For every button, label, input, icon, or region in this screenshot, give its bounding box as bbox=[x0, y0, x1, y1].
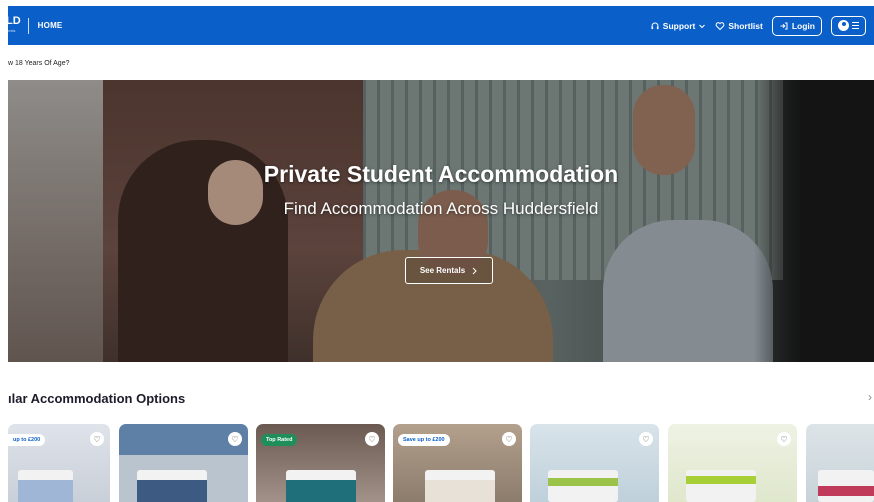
card-photo-blanket bbox=[686, 476, 756, 484]
accommodation-card[interactable]: Top Rated ♡ bbox=[256, 424, 385, 502]
home-link[interactable]: HOME bbox=[38, 21, 63, 30]
brand-logo[interactable]: LD nexis bbox=[6, 15, 21, 36]
card-photo-blanket bbox=[425, 480, 495, 502]
accommodation-card[interactable] bbox=[806, 424, 874, 502]
accommodation-card[interactable]: up to £200 ♡ bbox=[8, 424, 110, 502]
heart-icon[interactable]: ♡ bbox=[365, 432, 379, 446]
shortlist-link[interactable]: Shortlist bbox=[715, 20, 763, 31]
card-badge: Top Rated bbox=[261, 434, 298, 446]
account-menu-button[interactable] bbox=[831, 15, 866, 36]
logo-subtext: nexis bbox=[6, 27, 16, 33]
see-rentals-button[interactable]: See Rentals bbox=[405, 257, 493, 284]
login-button[interactable]: Login bbox=[771, 15, 822, 36]
chevron-right-icon bbox=[472, 267, 477, 274]
card-photo-blanket bbox=[18, 480, 73, 502]
top-nav: LD nexis HOME Support Shortlist Login bbox=[6, 6, 874, 45]
heart-icon[interactable]: ♡ bbox=[777, 432, 791, 446]
hamburger-icon bbox=[852, 22, 859, 29]
headset-icon bbox=[651, 22, 659, 29]
shortlist-label: Shortlist bbox=[728, 20, 763, 31]
support-menu[interactable]: Support bbox=[650, 21, 707, 31]
chevron-down-icon bbox=[699, 24, 706, 28]
see-rentals-label: See Rentals bbox=[419, 266, 466, 275]
heart-icon[interactable]: ♡ bbox=[639, 432, 653, 446]
user-icon bbox=[838, 20, 849, 31]
card-photo-blanket bbox=[818, 486, 874, 496]
accommodation-carousel: up to £200 ♡ ♡ Top Rated ♡ Save up to £2… bbox=[0, 424, 874, 502]
accommodation-card[interactable]: ♡ bbox=[668, 424, 797, 502]
card-badge: Save up to £200 bbox=[398, 434, 450, 446]
card-photo-blanket bbox=[137, 480, 207, 502]
hero-title: Private Student Accommodation bbox=[263, 161, 619, 187]
nav-divider bbox=[27, 17, 29, 34]
accommodation-card[interactable]: ♡ bbox=[119, 424, 248, 502]
support-label: Support bbox=[662, 20, 696, 31]
hero-banner: Private Student Accommodation Find Accom… bbox=[8, 80, 874, 362]
page: LD nexis HOME Support Shortlist Login w … bbox=[0, 0, 874, 502]
nav-actions: Support Shortlist Login bbox=[650, 15, 874, 36]
heart-icon[interactable]: ♡ bbox=[90, 432, 104, 446]
sign-in-icon bbox=[780, 22, 788, 29]
heart-icon bbox=[716, 21, 725, 30]
card-photo-blanket bbox=[286, 480, 356, 502]
accommodation-card[interactable]: ♡ bbox=[530, 424, 659, 502]
section-title: ılar Accommodation Options bbox=[8, 391, 186, 406]
heart-icon[interactable]: ♡ bbox=[502, 432, 516, 446]
heart-icon[interactable]: ♡ bbox=[228, 432, 242, 446]
age-notice[interactable]: w 18 Years Of Age? bbox=[8, 60, 70, 67]
card-photo-bed bbox=[686, 470, 756, 502]
card-photo-blanket bbox=[548, 478, 618, 486]
hero-overlay bbox=[8, 80, 874, 362]
login-label: Login bbox=[791, 20, 815, 31]
carousel-next-icon[interactable]: › bbox=[868, 390, 872, 404]
card-badge: up to £200 bbox=[8, 434, 46, 446]
card-photo-bed bbox=[548, 470, 618, 502]
accommodation-card[interactable]: Save up to £200 ♡ bbox=[393, 424, 522, 502]
hero-subtitle: Find Accommodation Across Huddersfield bbox=[283, 199, 599, 218]
